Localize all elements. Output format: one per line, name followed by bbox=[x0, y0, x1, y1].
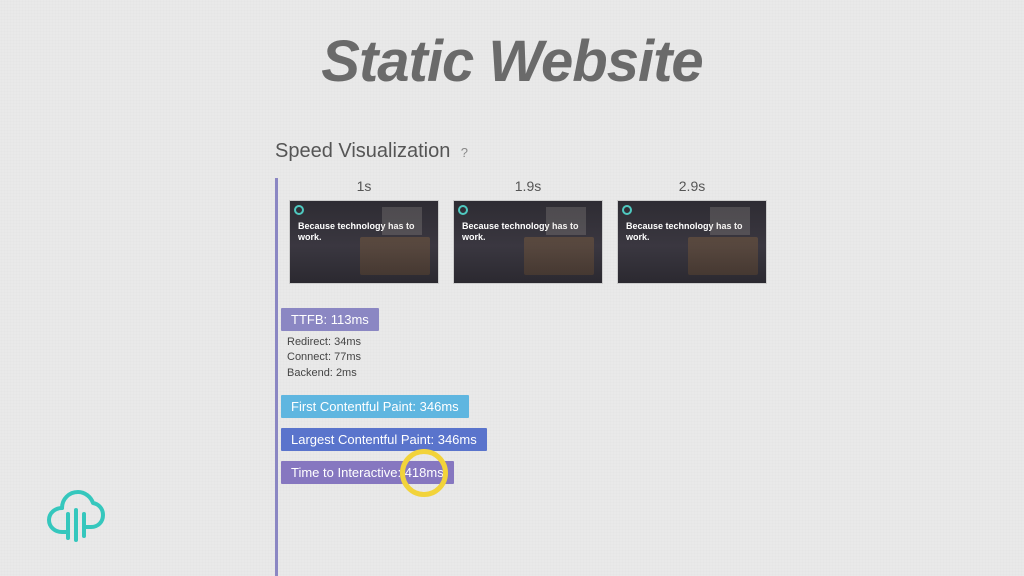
frame-window-decor bbox=[546, 207, 586, 235]
breakdown-row: Backend: 2ms bbox=[287, 366, 785, 381]
tick-row: 1s 1.9s 2.9s bbox=[289, 178, 785, 200]
metric-fcp: First Contentful Paint: 346ms bbox=[281, 395, 469, 418]
frame-logo-icon bbox=[294, 205, 304, 215]
tick-label: 2.9s bbox=[617, 178, 767, 200]
speed-visualization-panel: Speed Visualization ? 1s 1.9s 2.9s Becau… bbox=[275, 140, 785, 484]
timeline-rule bbox=[275, 178, 278, 576]
metric-label: Time to Interactive: bbox=[291, 465, 401, 480]
frame-logo-icon bbox=[458, 205, 468, 215]
filmstrip-frame: Because technology has to work. bbox=[289, 200, 439, 284]
brand-logo-icon bbox=[42, 478, 106, 542]
ttfb-breakdown: Redirect: 34ms Connect: 77ms Backend: 2m… bbox=[287, 335, 785, 381]
frame-desk-decor bbox=[688, 237, 758, 275]
frame-desk-decor bbox=[524, 237, 594, 275]
section-heading: Speed Visualization bbox=[275, 140, 450, 163]
frame-logo-icon bbox=[622, 205, 632, 215]
breakdown-label: Redirect: bbox=[287, 336, 331, 348]
filmstrip: 1s 1.9s 2.9s Because technology has to w… bbox=[275, 178, 785, 484]
metric-value: 346ms bbox=[438, 432, 477, 447]
breakdown-row: Connect: 77ms bbox=[287, 350, 785, 365]
metric-ttfb: TTFB: 113ms bbox=[281, 308, 379, 331]
frame-window-decor bbox=[710, 207, 750, 235]
metric-label: First Contentful Paint: bbox=[291, 399, 416, 414]
metric-lcp: Largest Contentful Paint: 346ms bbox=[281, 428, 487, 451]
metrics-block: TTFB: 113ms Redirect: 34ms Connect: 77ms… bbox=[281, 302, 785, 484]
frame-window-decor bbox=[382, 207, 422, 235]
breakdown-row: Redirect: 34ms bbox=[287, 335, 785, 350]
metric-label: TTFB: bbox=[291, 312, 327, 327]
metric-label: Largest Contentful Paint: bbox=[291, 432, 434, 447]
frames-row: Because technology has to work. Because … bbox=[289, 200, 785, 284]
filmstrip-frame: Because technology has to work. bbox=[617, 200, 767, 284]
filmstrip-frame: Because technology has to work. bbox=[453, 200, 603, 284]
metric-value: 113ms bbox=[331, 312, 369, 327]
breakdown-value: 77ms bbox=[334, 351, 361, 363]
help-icon[interactable]: ? bbox=[461, 140, 468, 166]
breakdown-value: 34ms bbox=[334, 336, 361, 348]
metric-tti: Time to Interactive: 418ms bbox=[281, 461, 454, 484]
slide-title: Static Website bbox=[0, 28, 1024, 95]
tick-label: 1.9s bbox=[453, 178, 603, 200]
metric-value: 418ms bbox=[405, 465, 444, 480]
metric-value: 346ms bbox=[420, 399, 459, 414]
tick-label: 1s bbox=[289, 178, 439, 200]
frame-desk-decor bbox=[360, 237, 430, 275]
breakdown-value: 2ms bbox=[336, 367, 357, 379]
breakdown-label: Backend: bbox=[287, 367, 333, 379]
breakdown-label: Connect: bbox=[287, 351, 331, 363]
